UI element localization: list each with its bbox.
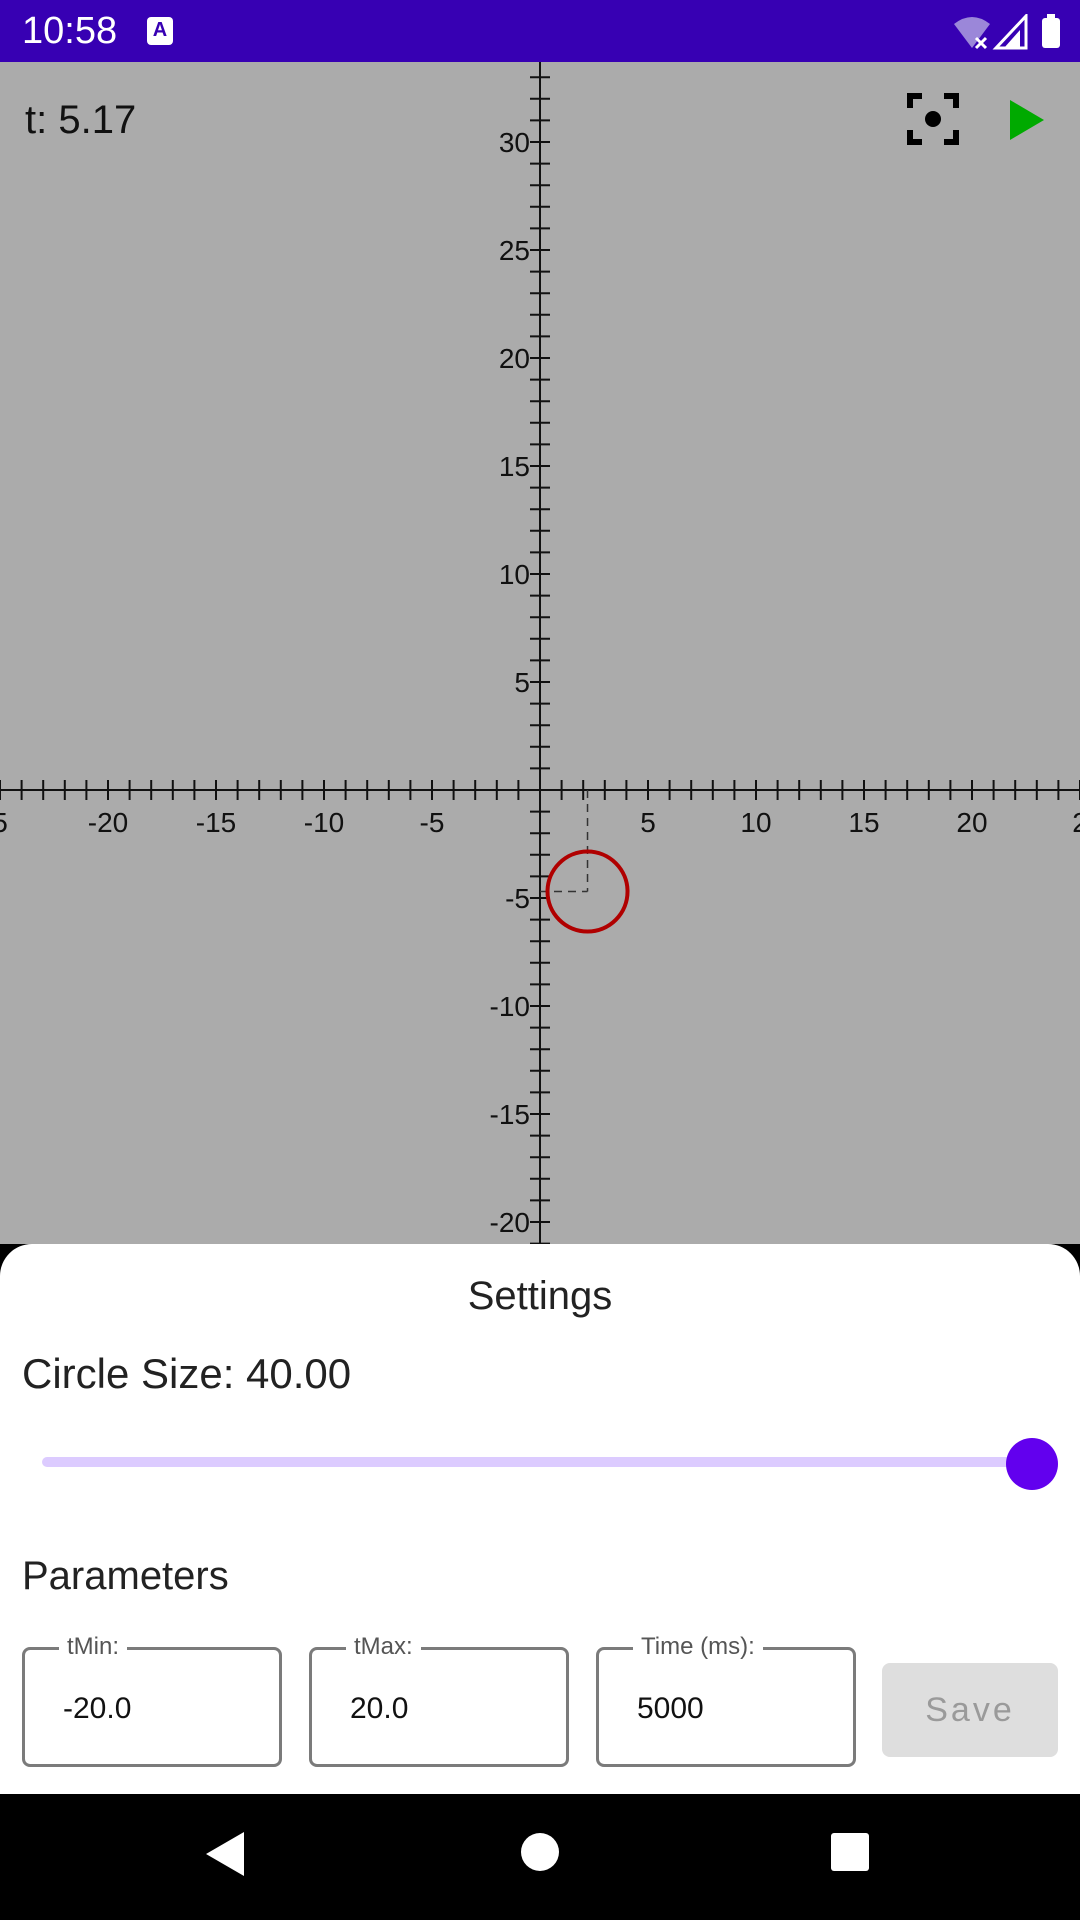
tmax-label: tMax: (346, 1633, 421, 1661)
time-ms-label: Time (ms): (633, 1633, 763, 1661)
y-tick-label: 20 (499, 343, 530, 374)
y-tick-label: 30 (499, 127, 530, 158)
sheet-title: Settings (467, 1274, 613, 1318)
battery-cap (1047, 14, 1055, 19)
y-tick-label: -20 (490, 1207, 530, 1238)
y-tick-label: 15 (499, 451, 530, 482)
parameters-label: Parameters (22, 1554, 229, 1598)
y-tick-label: -5 (505, 883, 530, 914)
time-ms-value[interactable]: 5000 (637, 1692, 704, 1726)
time-label: t: 5.17 (25, 98, 137, 142)
graph-canvas[interactable]: 5 -20 -15 -10 -5 5 10 15 20 2 30 25 20 15 10 5 -5 -10 -15 -… (0, 62, 1080, 1244)
status-time: 10:58 (22, 10, 118, 52)
x-tick-label: 2 (1072, 807, 1080, 838)
x-tick-label: -5 (420, 807, 445, 838)
x-tick-label: 5 (0, 807, 8, 838)
wifi-icon (954, 17, 990, 48)
x-tick-label: 15 (848, 807, 879, 838)
tmin-label: tMin: (59, 1633, 128, 1661)
x-tick-label: 10 (740, 807, 771, 838)
tmax-value[interactable]: 20.0 (350, 1692, 408, 1726)
y-tick-label: 5 (514, 667, 530, 698)
slider-thumb[interactable] (1006, 1438, 1058, 1490)
y-tick-label: -10 (490, 991, 530, 1022)
navigation-bar (0, 1794, 1080, 1920)
tmin-field[interactable]: tMin: -20.0 (22, 1633, 282, 1767)
x-tick-label: 20 (956, 807, 987, 838)
save-button[interactable]: Save (882, 1663, 1058, 1757)
recents-icon[interactable] (830, 1832, 870, 1872)
a-icon-text: A (152, 19, 168, 41)
tmin-value[interactable]: -20.0 (63, 1692, 131, 1726)
home-icon[interactable] (520, 1832, 560, 1872)
x-tick-label: -15 (196, 807, 236, 838)
battery-icon (1042, 18, 1060, 48)
focus-center-icon[interactable] (906, 92, 960, 146)
circle-size-label: Circle Size: 40.00 (22, 1350, 352, 1397)
status-bar: 10:58 A (0, 0, 1080, 62)
graph-axes: 5 -20 -15 -10 -5 5 10 15 20 2 30 25 20 15 10 5 -5 -10 -15 -… (0, 62, 1080, 1244)
x-tick-label: 5 (640, 807, 656, 838)
circle-size-slider[interactable] (42, 1457, 1032, 1467)
x-tick-label: -20 (88, 807, 128, 838)
settings-sheet: Settings Circle Size: 40.00 Parameters t… (0, 1244, 1080, 1794)
y-tick-label: 25 (499, 235, 530, 266)
wifi-off-x-icon (974, 36, 988, 50)
y-tick-label: 10 (499, 559, 530, 590)
keyboard-a-icon: A (147, 17, 173, 45)
y-tick-label: -15 (490, 1099, 530, 1130)
play-icon[interactable] (1006, 98, 1046, 142)
status-icons (954, 14, 1060, 50)
x-tick-label: -10 (304, 807, 344, 838)
time-ms-field[interactable]: Time (ms): 5000 (596, 1633, 856, 1767)
tmax-field[interactable]: tMax: 20.0 (309, 1633, 569, 1767)
back-icon[interactable] (204, 1830, 246, 1878)
